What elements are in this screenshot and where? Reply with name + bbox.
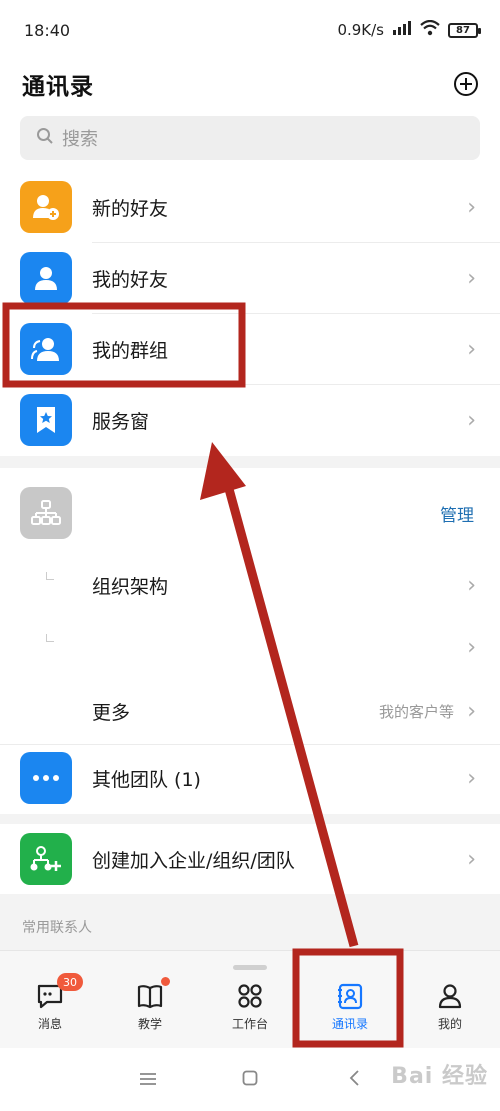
nav-label: 通讯录 bbox=[331, 1017, 368, 1031]
nav-label: 消息 bbox=[37, 1017, 62, 1031]
tab-contacts[interactable]: 通讯录 bbox=[300, 981, 400, 1041]
search-input[interactable]: 搜索 bbox=[20, 116, 480, 160]
tab-profile[interactable]: 我的 bbox=[400, 981, 500, 1041]
menu-item-new-friends[interactable]: 新的好友 › bbox=[0, 172, 500, 242]
chevron-right-icon: › bbox=[467, 194, 476, 220]
nav-label: 我的 bbox=[437, 1017, 462, 1031]
other-teams-label: 其他团队 (1) bbox=[92, 768, 201, 791]
organization-header: 管理 bbox=[0, 478, 500, 548]
org-row-label: 更多 bbox=[92, 701, 131, 724]
create-team-item[interactable]: 创建加入企业/组织/团队 › bbox=[0, 824, 500, 894]
chevron-right-icon: › bbox=[467, 265, 476, 291]
chevron-right-icon: › bbox=[467, 336, 476, 362]
menu-item-my-groups[interactable]: 我的群组 › bbox=[0, 314, 500, 384]
frequent-contacts-label: 常用联系人 bbox=[22, 920, 92, 936]
battery-icon: 87 bbox=[448, 22, 481, 38]
menu-item-service-window[interactable]: 服务窗 › bbox=[0, 385, 500, 455]
section-gap bbox=[0, 456, 500, 468]
menu-label: 我的群组 bbox=[92, 339, 169, 362]
menu-label: 新的好友 bbox=[92, 197, 169, 220]
page-title: 通讯录 bbox=[22, 74, 94, 100]
tab-teaching[interactable]: 教学 bbox=[100, 977, 200, 1041]
group-icon bbox=[20, 323, 72, 375]
menu-label: 服务窗 bbox=[92, 410, 150, 433]
contacts-icon bbox=[335, 981, 365, 1011]
org-chart-icon bbox=[20, 487, 72, 539]
grid-icon bbox=[235, 981, 265, 1011]
profile-icon bbox=[435, 981, 465, 1011]
search-icon bbox=[36, 127, 54, 150]
wifi-icon bbox=[420, 19, 440, 40]
tree-branch-icon bbox=[46, 572, 54, 580]
manage-link[interactable]: 管理 bbox=[440, 501, 474, 526]
create-team-label: 创建加入企业/组织/团队 bbox=[92, 849, 295, 872]
header: 通讯录 bbox=[0, 56, 500, 112]
status-bar: 18:40 0.9K/s 87 bbox=[0, 0, 500, 60]
org-row-label: 组织架构 bbox=[92, 575, 169, 598]
section-gap bbox=[0, 814, 500, 824]
tree-branch-icon bbox=[46, 634, 54, 642]
status-time: 18:40 bbox=[24, 20, 71, 40]
plus-circle-icon[interactable] bbox=[452, 70, 480, 98]
network-speed: 0.9K/s bbox=[337, 21, 384, 39]
chevron-right-icon: › bbox=[467, 572, 476, 598]
chevron-right-icon: › bbox=[467, 846, 476, 872]
search-placeholder: 搜索 bbox=[62, 129, 98, 150]
org-row-more[interactable]: 更多 我的客户等 › bbox=[0, 676, 500, 746]
message-icon: 30 bbox=[35, 973, 83, 1011]
signal-icon bbox=[392, 21, 412, 39]
more-subtitle: 我的客户等 bbox=[378, 702, 454, 721]
unread-badge: 30 bbox=[57, 973, 83, 991]
nav-label: 工作台 bbox=[231, 1017, 268, 1031]
watermark: Bai 经验 bbox=[391, 1064, 488, 1089]
home-icon[interactable] bbox=[242, 1070, 258, 1091]
drag-handle[interactable] bbox=[233, 965, 267, 970]
notification-dot bbox=[161, 977, 170, 986]
menu-icon[interactable] bbox=[139, 1070, 157, 1091]
chevron-right-icon: › bbox=[467, 407, 476, 433]
menu-item-my-friends[interactable]: 我的好友 › bbox=[0, 243, 500, 313]
tab-workbench[interactable]: 工作台 bbox=[200, 981, 300, 1041]
chevron-right-icon: › bbox=[467, 698, 476, 724]
battery-level: 87 bbox=[456, 24, 470, 36]
menu-label: 我的好友 bbox=[92, 268, 169, 291]
add-person-icon bbox=[20, 181, 72, 233]
org-row-structure[interactable]: 组织架构 › bbox=[0, 550, 500, 620]
status-indicators: 0.9K/s 87 bbox=[337, 19, 481, 40]
org-row-unnamed[interactable]: › bbox=[0, 612, 500, 682]
chevron-right-icon: › bbox=[467, 634, 476, 660]
bookmark-star-icon bbox=[20, 394, 72, 446]
add-team-icon bbox=[20, 833, 72, 885]
other-teams-item[interactable]: 其他团队 (1) › bbox=[0, 743, 500, 813]
person-icon bbox=[20, 252, 72, 304]
book-icon bbox=[135, 977, 170, 1011]
back-icon[interactable] bbox=[348, 1070, 360, 1091]
chevron-right-icon: › bbox=[467, 765, 476, 791]
more-dots-icon bbox=[20, 752, 72, 804]
tab-messages[interactable]: 30 消息 bbox=[0, 973, 100, 1041]
nav-label: 教学 bbox=[137, 1017, 162, 1031]
bottom-nav: 30 消息 教学 工作台 通讯录 我的 bbox=[0, 950, 500, 1048]
